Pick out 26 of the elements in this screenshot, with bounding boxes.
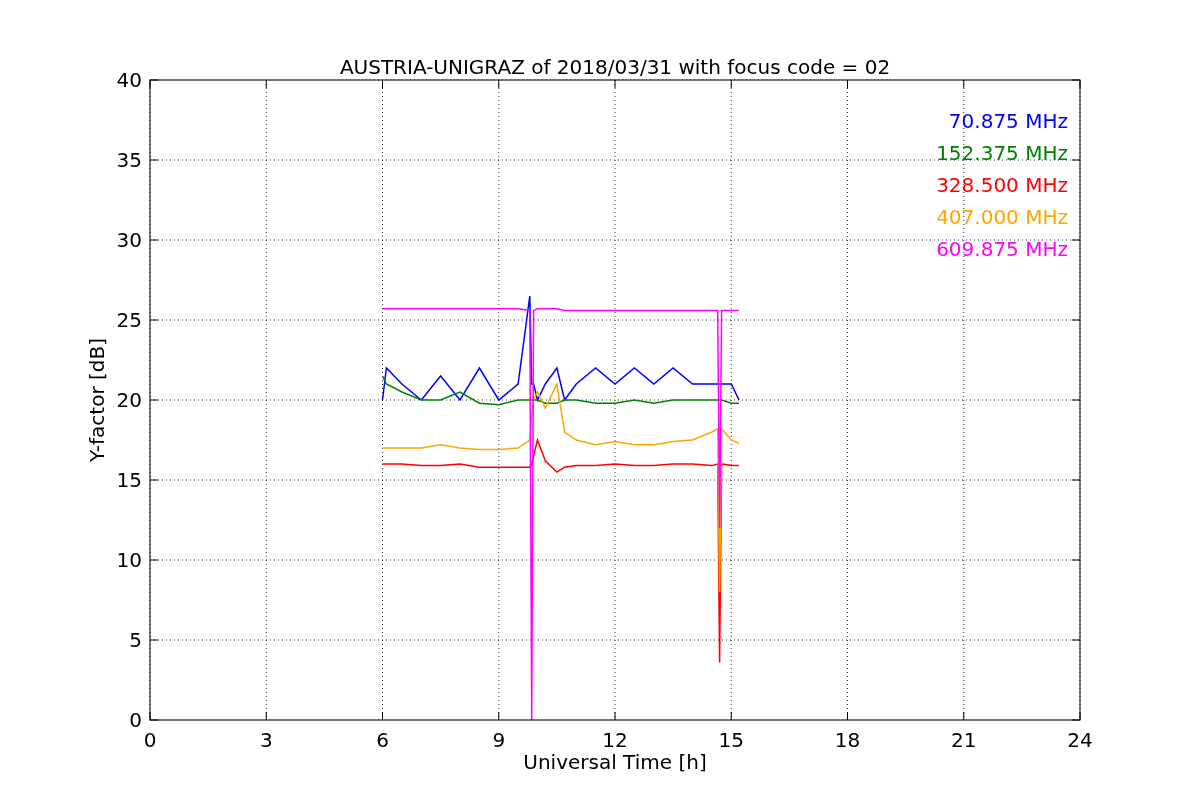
legend-label: 609.875 MHz <box>936 237 1068 261</box>
x-tick-label: 15 <box>718 728 744 752</box>
x-tick-label: 12 <box>602 728 628 752</box>
legend-label: 407.000 MHz <box>936 205 1068 229</box>
legend-label: 152.375 MHz <box>936 141 1068 165</box>
y-tick-label: 15 <box>116 468 142 492</box>
y-tick-label: 20 <box>116 388 142 412</box>
x-tick-label: 9 <box>492 728 506 752</box>
x-tick-label: 18 <box>834 728 861 752</box>
y-tick-label: 5 <box>129 628 142 652</box>
legend-label: 70.875 MHz <box>948 109 1068 133</box>
x-tick-label: 24 <box>1067 728 1093 752</box>
x-tick-label: 21 <box>951 728 977 752</box>
y-tick-label: 25 <box>116 308 142 332</box>
y-axis-label: Y-factor [dB] <box>85 338 109 462</box>
y-tick-label: 40 <box>116 68 142 92</box>
x-tick-label: 3 <box>259 728 273 752</box>
y-tick-label: 35 <box>116 148 142 172</box>
chart-title: AUSTRIA-UNIGRAZ of 2018/03/31 with focus code = 02 <box>339 55 891 79</box>
y-tick-label: 30 <box>116 228 142 252</box>
y-tick-label: 10 <box>116 548 142 572</box>
legend-label: 328.500 MHz <box>936 173 1068 197</box>
x-axis-label: Universal Time [h] <box>523 750 707 774</box>
x-tick-label: 6 <box>376 728 389 752</box>
y-tick-label: 0 <box>129 708 142 732</box>
x-tick-label: 0 <box>143 728 157 752</box>
